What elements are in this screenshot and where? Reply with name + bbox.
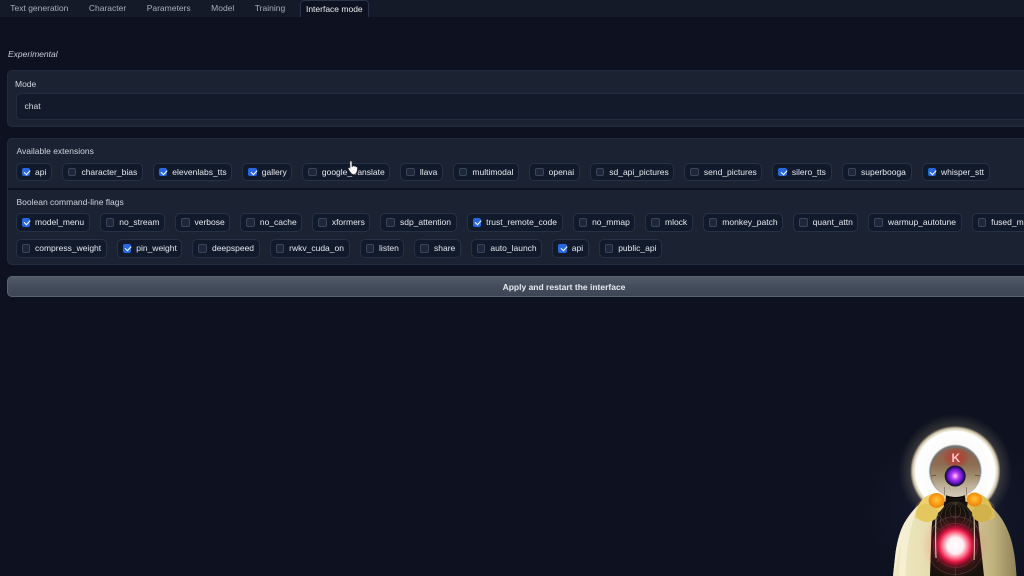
svg-text:K: K [951, 451, 960, 465]
